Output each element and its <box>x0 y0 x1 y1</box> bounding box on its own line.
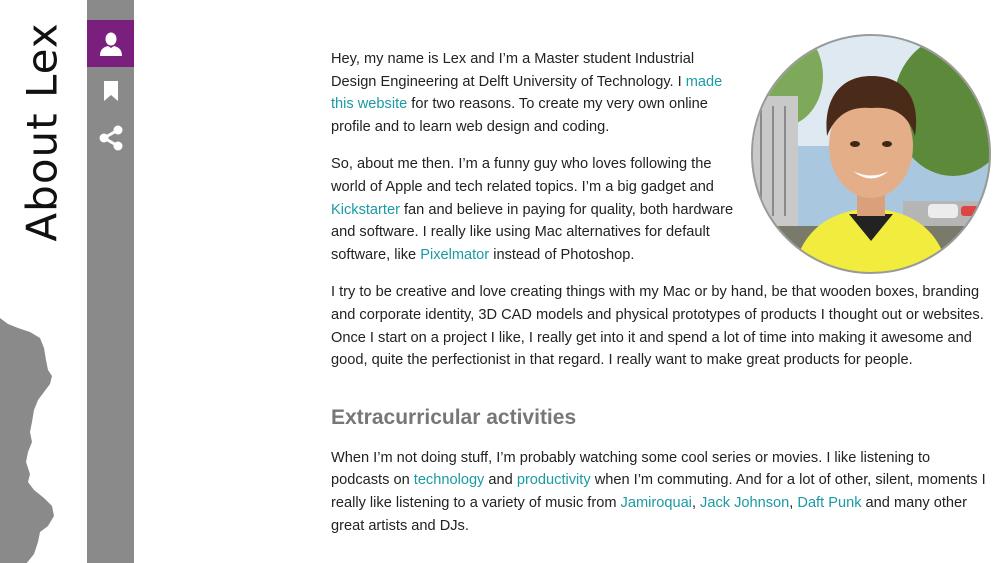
sidebar-item-bookmarks[interactable] <box>87 67 134 114</box>
text: I try to be creative and love creating t… <box>331 284 984 369</box>
profile-silhouette-icon <box>0 318 54 563</box>
sidebar-item-share[interactable] <box>87 114 134 161</box>
kickstarter-link[interactable]: Kickstarter <box>331 202 400 218</box>
bookmark-icon <box>103 80 118 101</box>
jamiroquai-link[interactable]: Jamiroquai <box>621 495 692 511</box>
main-content: Hey, my name is Lex and I’m a Master stu… <box>331 48 991 552</box>
pixelmator-link[interactable]: Pixelmator <box>420 247 489 263</box>
daft-punk-link[interactable]: Daft Punk <box>797 495 861 511</box>
share-icon <box>99 125 122 150</box>
about-page: About Lex Hey, my name is Lex and I’m a … <box>0 0 1000 563</box>
creative-paragraph: I try to be creative and love creating t… <box>331 281 991 371</box>
productivity-link[interactable]: productivity <box>517 472 591 488</box>
title-column: About Lex <box>0 0 86 563</box>
page-title: About Lex <box>17 22 67 242</box>
text: and <box>484 472 517 489</box>
about-paragraph: So, about me then. I’m a funny guy who l… <box>331 153 739 266</box>
text: So, about me then. I’m a funny guy who l… <box>331 156 714 195</box>
sidebar <box>87 0 134 563</box>
technology-link[interactable]: technology <box>414 472 485 488</box>
extracurricular-paragraph: When I’m not doing stuff, I’m probably w… <box>331 447 991 537</box>
text: Hey, my name is Lex and I’m a Master stu… <box>331 51 695 90</box>
section-heading: Extracurricular activities <box>331 405 577 429</box>
intro-paragraph: Hey, my name is Lex and I’m a Master stu… <box>331 48 739 138</box>
jack-johnson-link[interactable]: Jack Johnson <box>700 495 789 511</box>
text: instead of Photoshop. <box>489 246 635 263</box>
text: , <box>691 494 701 511</box>
user-icon <box>99 32 122 56</box>
sidebar-item-about[interactable] <box>87 20 134 67</box>
